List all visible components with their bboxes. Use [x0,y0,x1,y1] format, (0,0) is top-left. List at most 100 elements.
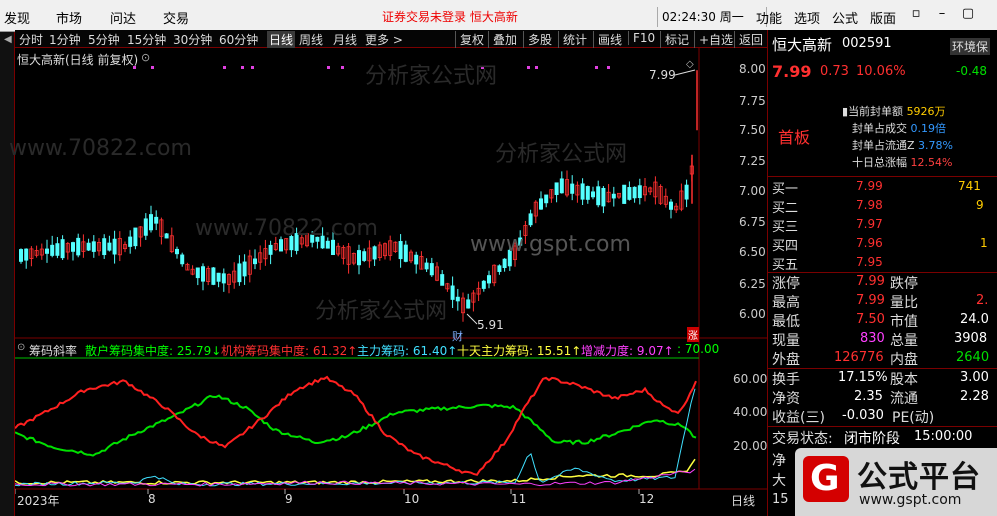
window-maximize-icon[interactable]: ▢ [958,6,978,26]
menu-function[interactable]: 功能 [756,8,782,27]
candle-body [154,216,159,224]
candle-body [637,185,642,199]
candle-body [481,280,486,289]
statistics-button[interactable]: 统计 [558,31,587,48]
bid-price[interactable]: 7.95 [856,255,883,269]
x-axis-label: 8 [148,492,156,506]
title-dropdown-icon[interactable]: ⊙ [141,51,150,64]
draw-line-button[interactable]: 画线 [593,31,622,48]
candle-body [71,242,76,252]
sector-tag[interactable]: 环境保 [950,38,991,55]
window-restore-icon[interactable]: ▫ [906,6,926,26]
bottom-label: 15 [772,492,789,507]
bid-price[interactable]: 7.98 [856,198,883,212]
watermark: 分析家公式网 [495,142,628,167]
signal-marker [241,66,244,69]
candle-body [60,239,65,259]
indicator-tick: 40.00 [733,405,768,419]
trade-status: 闭市阶段 [844,431,900,447]
tab-period-5min[interactable]: 5分钟 [88,31,120,48]
candle-body [596,186,601,206]
price-tick: 6.50 [739,245,766,259]
clock: 02:24:30 周一 [657,7,767,27]
current-price: 7.99 [772,62,812,81]
chart-canvas[interactable]: ◇ [15,48,767,516]
force-line [15,468,696,487]
candle-body [591,191,596,198]
tab-period-monthly[interactable]: 月线 [333,31,357,48]
login-notice[interactable]: 证券交易未登录 恒大高新 [382,8,518,25]
candle-body [237,263,242,283]
candle-body [91,241,96,252]
bid-volume: 1 [980,236,988,250]
candle-body [143,218,148,236]
low-price-label: 5.91 [477,318,504,332]
candle-body [221,273,226,284]
price-tick: 6.25 [739,277,766,291]
signal-marker [341,66,344,69]
candle-body [133,227,138,247]
candle-body [570,183,575,194]
fuquan-button[interactable]: 复权 [455,31,484,48]
candle-body [398,241,403,260]
menu-discover[interactable]: 发现 [4,8,30,27]
tab-period-weekly[interactable]: 周线 [299,31,323,48]
menu-layout[interactable]: 版面 [870,8,896,27]
back-button[interactable]: 返回 [734,31,763,48]
bid-price[interactable]: 7.99 [856,179,883,193]
limit-info-row: 十日总涨幅 12.54% [852,156,953,169]
candle-body [622,184,627,204]
overlay-button[interactable]: 叠加 [488,31,517,48]
menu-trade[interactable]: 交易 [163,8,189,27]
limit-info-row: ▮当前封单额 5926万 [842,105,946,118]
f10-button[interactable]: F10 [628,31,655,45]
platform-logo-icon: G [803,456,849,502]
bid-price[interactable]: 7.96 [856,236,883,250]
add-watchlist-button[interactable]: +自选 [694,31,733,48]
candle-body [414,254,419,265]
multi-stock-button[interactable]: 多股 [523,31,552,48]
tab-period-30min[interactable]: 30分钟 [173,31,212,48]
platform-watermark-badge: G 公式平台 www.gspt.com [795,448,997,516]
window-minimize-icon[interactable]: – [932,6,952,26]
high-price-label: 7.99 [649,68,676,82]
tab-period-15min[interactable]: 15分钟 [127,31,166,48]
x-axis-label: 2023年 [17,494,60,508]
candle-body [497,265,502,272]
candle-body [669,201,674,210]
mark-button[interactable]: 标记 [660,31,689,48]
high-pointer [674,69,696,76]
signal-marker [151,66,154,69]
indicator-name[interactable]: 筹码斜率 [29,342,77,359]
menu-market[interactable]: 市场 [56,8,82,27]
indicator-item-force: 增减力度: 9.07↑ [581,344,674,358]
candle-body [440,274,445,286]
menu-options[interactable]: 选项 [794,8,820,27]
tab-period-1min[interactable]: 1分钟 [49,31,81,48]
price-tick: 7.50 [739,123,766,137]
tab-period-fenshi[interactable]: 分时 [19,31,43,48]
tab-period-more[interactable]: 更多 > [365,31,403,48]
indicator-options-icon[interactable]: ⊙ [17,342,25,353]
candle-body [102,238,107,256]
kline-chart[interactable]: ◇ 恒大高新(日线 前复权) ⊙ 8.00 7.75 7.50 7.25 7.0… [9,48,768,516]
tab-period-60min[interactable]: 60分钟 [219,31,258,48]
divider [768,426,997,427]
limit-up-marker[interactable]: 涨 [687,327,699,342]
bid-volume: 741 [958,179,981,193]
menu-formula[interactable]: 公式 [832,8,858,27]
tab-period-daily[interactable]: 日线 [267,31,296,48]
menu-wenda[interactable]: 问达 [110,8,136,27]
candle-body [611,193,616,199]
candle-body [585,186,590,200]
bid-price[interactable]: 7.97 [856,217,883,231]
candle-body [486,275,491,284]
price-tick: 7.25 [739,154,766,168]
left-collapse-strip[interactable]: ◀ [0,32,15,516]
candle-body [107,242,112,251]
candle-body [242,261,247,277]
candle-body [50,244,55,256]
x-axis-label: 12 [639,492,655,506]
collapse-arrow-icon[interactable]: ◀ [4,34,12,45]
price-tick: 6.75 [739,215,766,229]
